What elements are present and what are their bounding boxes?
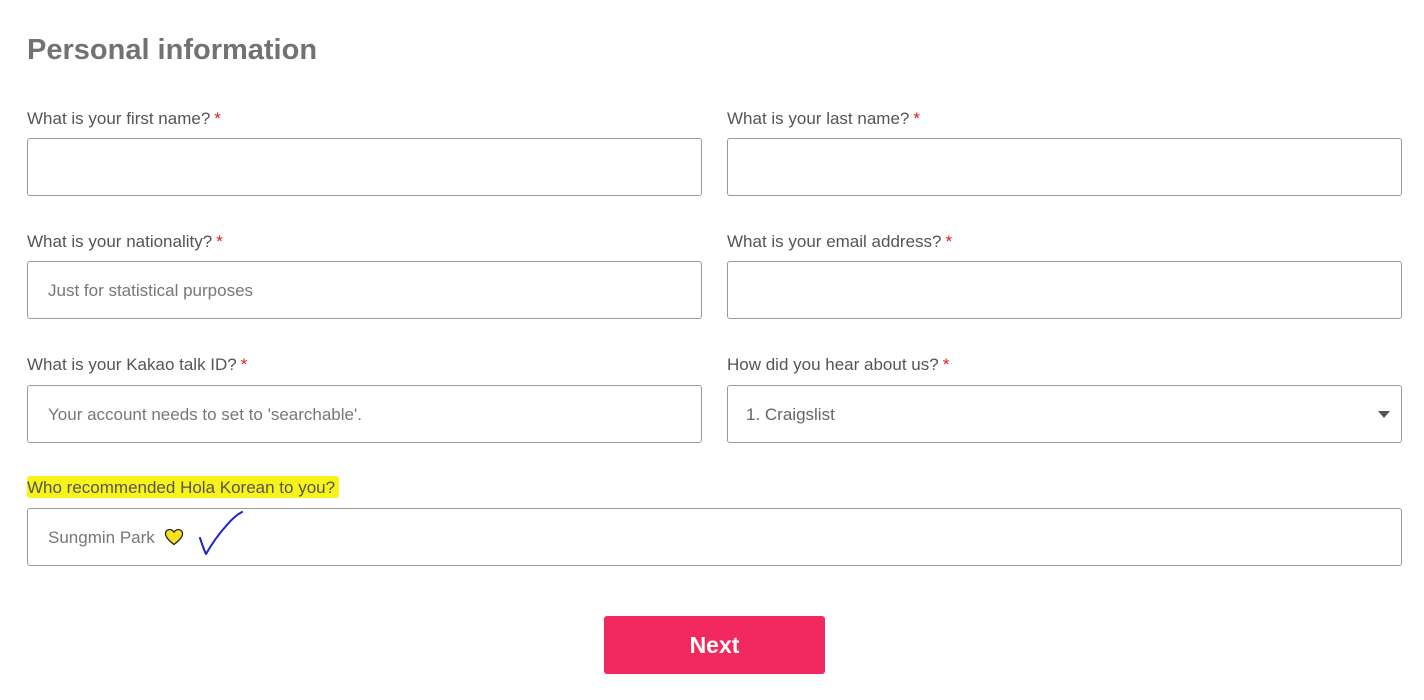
kakao-id-field: What is your Kakao talk ID? * Your accoun…: [27, 354, 702, 443]
kakao-id-label: What is your Kakao talk ID? *: [27, 354, 702, 376]
required-asterisk: *: [214, 109, 221, 128]
required-asterisk: *: [216, 232, 223, 251]
first-name-label: What is your first name? *: [27, 108, 702, 130]
kakao-id-label-text: What is your Kakao talk ID?: [27, 355, 237, 374]
yellow-heart-icon: [164, 528, 184, 546]
first-name-label-text: What is your first name?: [27, 109, 211, 128]
required-asterisk: *: [913, 109, 920, 128]
recommended-by-label-text: Who recommended Hola Korean to you?: [27, 476, 340, 498]
required-asterisk: *: [240, 355, 248, 374]
nationality-input[interactable]: Just for statistical purposes: [27, 261, 702, 319]
last-name-field: What is your last name? *: [727, 108, 1402, 196]
email-label-text: What is your email address?: [727, 232, 942, 251]
recommended-by-field: Who recommended Hola Korean to you? Sung…: [27, 476, 1402, 566]
last-name-label: What is your last name? *: [727, 108, 1402, 130]
recommended-by-input-value: Sungmin Park: [48, 528, 155, 547]
first-name-input[interactable]: [27, 138, 702, 196]
personal-information-form: Personal information What is your first …: [27, 0, 1402, 700]
dropdown-caret-icon[interactable]: [1378, 411, 1390, 418]
next-button[interactable]: Next: [604, 616, 825, 674]
handdrawn-checkmark-icon: [199, 511, 243, 555]
heard-about-label: How did you hear about us? *: [727, 354, 1402, 376]
last-name-label-text: What is your last name?: [727, 109, 910, 128]
heard-about-selected-value: 1. Craigslist: [746, 405, 835, 424]
required-asterisk: *: [945, 232, 953, 251]
kakao-id-input[interactable]: Your account needs to set to 'searchable…: [27, 385, 702, 443]
first-name-field: What is your first name? *: [27, 108, 702, 196]
kakao-id-placeholder: Your account needs to set to 'searchable…: [48, 405, 362, 424]
heard-about-field: How did you hear about us? * 1. Craigslis…: [727, 354, 1402, 443]
last-name-input[interactable]: [727, 138, 1402, 196]
nationality-label-text: What is your nationality?: [27, 232, 213, 251]
heard-about-label-text: How did you hear about us?: [727, 355, 939, 374]
email-label: What is your email address? *: [727, 231, 1402, 253]
email-field: What is your email address? *: [727, 231, 1402, 320]
heard-about-select[interactable]: 1. Craigslist: [727, 385, 1402, 443]
nationality-placeholder: Just for statistical purposes: [48, 281, 254, 300]
required-asterisk: *: [942, 355, 950, 374]
nationality-field: What is your nationality? * Just for stat…: [27, 231, 702, 320]
email-input[interactable]: [727, 261, 1402, 319]
nationality-label: What is your nationality? *: [27, 231, 702, 253]
recommended-by-label: Who recommended Hola Korean to you?: [27, 476, 1402, 499]
section-title: Personal information: [27, 34, 318, 66]
recommended-by-input[interactable]: Sungmin Park: [27, 508, 1402, 566]
